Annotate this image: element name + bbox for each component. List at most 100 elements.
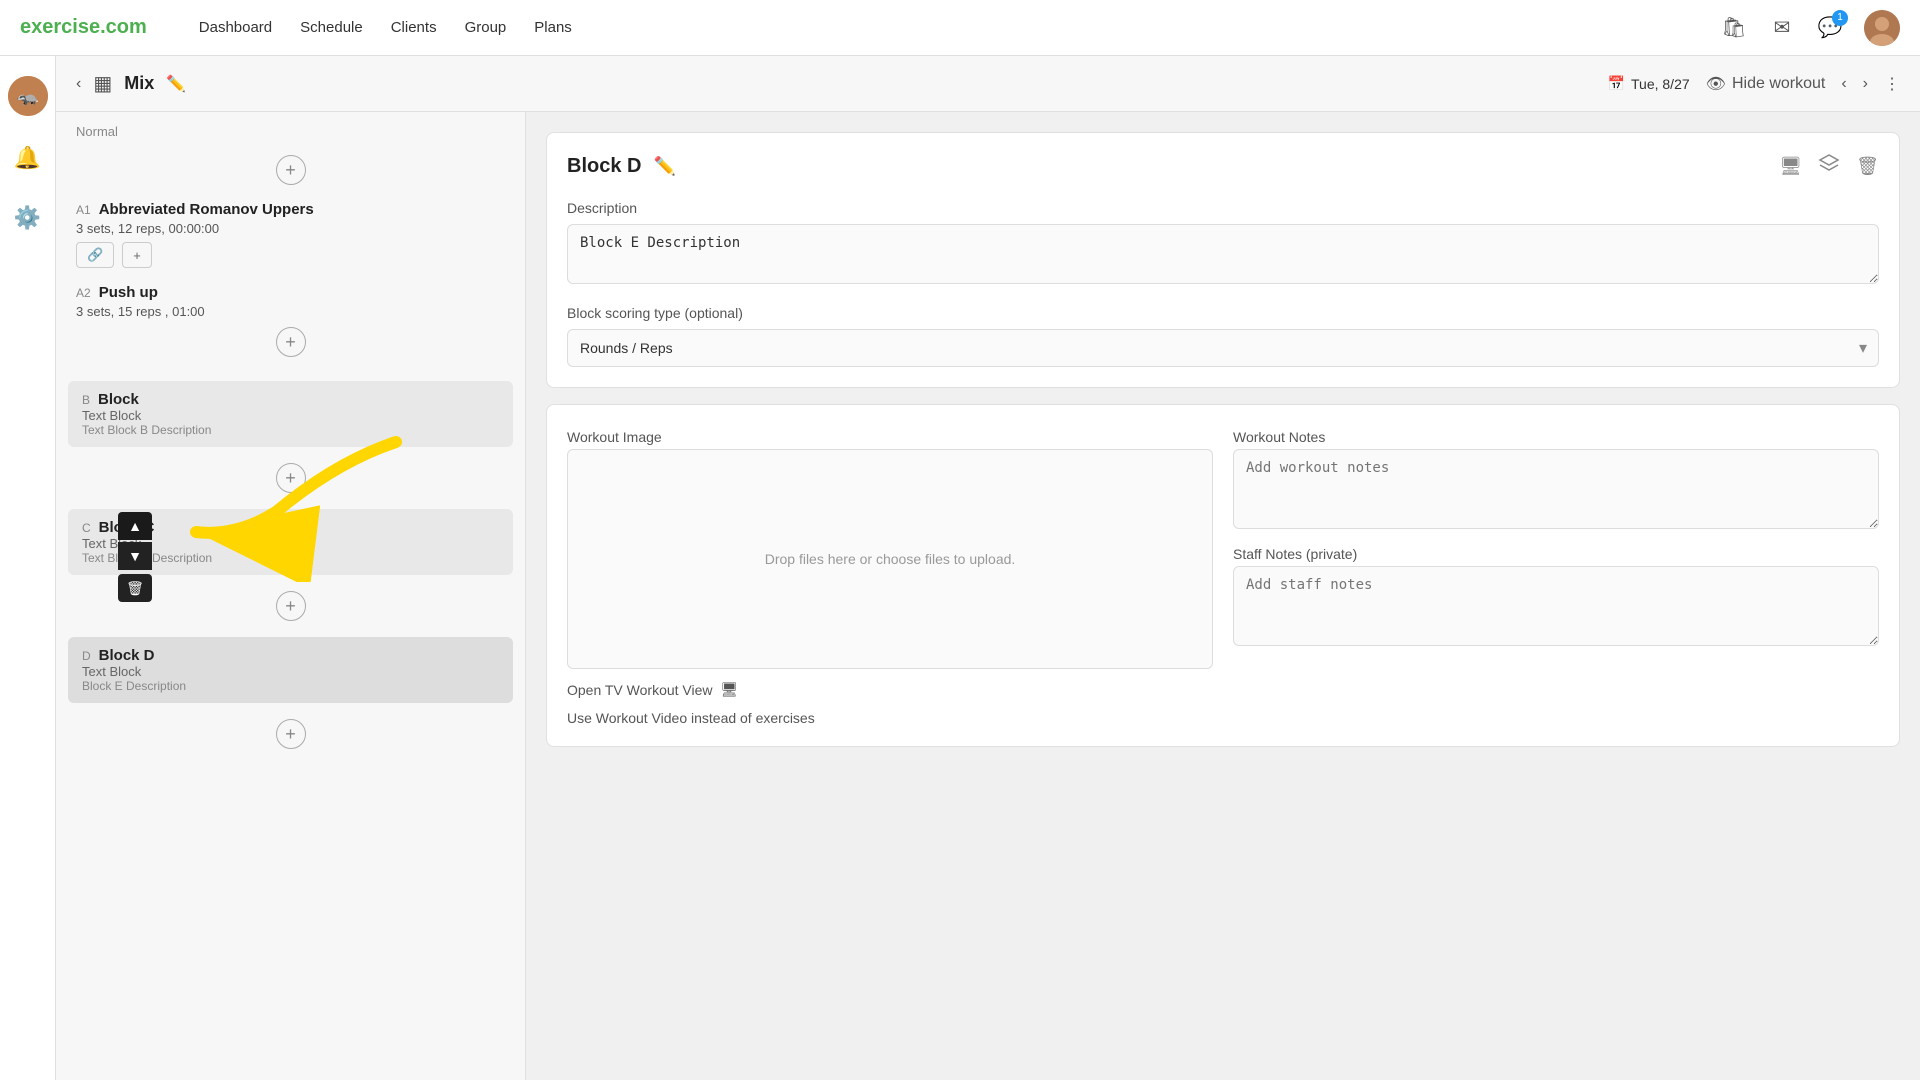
add-after-d-button[interactable]: + — [276, 719, 306, 749]
nav-schedule[interactable]: Schedule — [300, 19, 363, 36]
workout-notes-textarea[interactable] — [1233, 449, 1879, 529]
back-button[interactable]: ‹ — [76, 75, 81, 93]
normal-label: Normal — [56, 112, 525, 147]
delete-card-button[interactable]: 🗑 — [1856, 156, 1879, 177]
settings-icon[interactable]: ⚙️ — [10, 200, 46, 236]
nav-plans[interactable]: Plans — [534, 19, 572, 36]
edit-title-button[interactable]: ✏️ — [166, 74, 186, 94]
nav-dashboard[interactable]: Dashboard — [199, 19, 272, 36]
monitor-icon: 🖥 — [721, 681, 739, 698]
block-b-id: B — [82, 393, 90, 407]
nav-links: Dashboard Schedule Clients Group Plans — [199, 19, 572, 36]
staff-notes-section: Staff Notes (private) — [1233, 546, 1879, 651]
block-d-type: Text Block — [82, 664, 499, 679]
add-after-a2-button[interactable]: + — [276, 327, 306, 357]
exercise-a2-name: Push up — [99, 284, 158, 301]
unlink-button[interactable]: 🔗 — [76, 242, 114, 268]
move-up-button[interactable]: ▲ — [118, 512, 152, 540]
two-col-layout: Workout Image Drop files here or choose … — [567, 429, 1879, 669]
unlink-icon: 🔗 — [87, 247, 103, 263]
hide-icon: 👁 — [1706, 74, 1726, 94]
tv-view-label: Open TV Workout View 🖥 — [567, 681, 1879, 698]
prev-button[interactable]: ‹ — [1841, 75, 1846, 93]
shopping-bag-icon[interactable]: 🛍 — [1720, 14, 1748, 42]
block-card-header: Block D ✏️ 🖥 🗑 — [567, 153, 1879, 180]
video-label: Use Workout Video instead of exercises — [567, 710, 1879, 726]
staff-notes-label: Staff Notes (private) — [1233, 546, 1879, 562]
calendar-view-button[interactable]: ▦ — [93, 71, 112, 96]
sub-header: ‹ ▦ Mix ✏️ 📅 Tue, 8/27 👁 Hide workout ‹ … — [56, 56, 1920, 112]
add-after-b-button[interactable]: + — [276, 463, 306, 493]
block-d[interactable]: D Block D Text Block Block E Description — [68, 637, 513, 703]
tv-label-text: Open TV Workout View — [567, 682, 713, 698]
hide-workout-button[interactable]: 👁 Hide workout — [1706, 74, 1826, 94]
block-d-id: D — [82, 649, 91, 663]
workout-list: Normal + A1 Abbreviated Romanov Uppers 3… — [56, 112, 526, 1080]
chat-badge: 1 — [1832, 10, 1848, 26]
exercise-a2: A2 Push up 3 sets, 15 reps , 01:00 + — [56, 276, 525, 373]
bell-icon[interactable]: 🔔 — [10, 140, 46, 176]
user-avatar[interactable] — [1864, 10, 1900, 46]
page-title: Mix — [124, 73, 154, 94]
more-button[interactable]: ⋮ — [1884, 74, 1900, 94]
svg-text:🦡: 🦡 — [16, 86, 38, 106]
block-b: B Block Text Block Text Block B Descript… — [68, 381, 513, 447]
scoring-select[interactable]: Rounds / Reps Time Distance Weight Calor… — [567, 329, 1879, 367]
add-after-c-button[interactable]: + — [276, 591, 306, 621]
left-sidebar: 🦡 🔔 ⚙️ — [0, 56, 56, 1080]
scoring-label: Block scoring type (optional) — [567, 305, 1879, 321]
image-drop-zone[interactable]: Drop files here or choose files to uploa… — [567, 449, 1213, 669]
block-d-desc: Block E Description — [82, 679, 499, 693]
media-notes-card: Workout Image Drop files here or choose … — [546, 404, 1900, 747]
calendar-icon: 📅 — [1608, 75, 1625, 92]
block-detail-card: Block D ✏️ 🖥 🗑 Description Block E Descr… — [546, 132, 1900, 388]
logo: exercise.com — [20, 16, 147, 39]
video-label-text: Use Workout Video instead of exercises — [567, 710, 815, 726]
tv-icon-button[interactable]: 🖥 — [1779, 156, 1802, 177]
edit-block-button[interactable]: ✏️ — [653, 156, 675, 177]
block-b-desc: Text Block B Description — [82, 423, 499, 437]
video-row: Use Workout Video instead of exercises — [567, 710, 1879, 726]
description-textarea[interactable]: Block E Description — [567, 224, 1879, 284]
next-button[interactable]: › — [1863, 75, 1868, 93]
sub-header-right: 📅 Tue, 8/27 👁 Hide workout ‹ › ⋮ — [1608, 74, 1900, 94]
block-c-id: C — [82, 521, 91, 535]
nav-clients[interactable]: Clients — [391, 19, 437, 36]
staff-notes-textarea[interactable] — [1233, 566, 1879, 646]
add-block-top-button[interactable]: + — [276, 155, 306, 185]
top-nav: exercise.com Dashboard Schedule Clients … — [0, 0, 1920, 56]
block-d-name: Block D — [99, 647, 155, 664]
workout-notes-label: Workout Notes — [1233, 429, 1879, 445]
exercise-a2-sets: 3 sets, 15 reps , 01:00 — [76, 304, 505, 319]
add-exercise-a1-button[interactable]: + — [122, 242, 152, 268]
chat-icon[interactable]: 💬 1 — [1816, 14, 1844, 42]
notes-col: Workout Notes Staff Notes (private) — [1233, 429, 1879, 669]
layers-icon-button[interactable] — [1818, 153, 1840, 180]
move-down-button[interactable]: ▼ — [118, 542, 152, 570]
workout-notes-section: Workout Notes — [1233, 429, 1879, 534]
workout-image-col: Workout Image Drop files here or choose … — [567, 429, 1213, 669]
tv-view-row: Open TV Workout View 🖥 — [567, 681, 1879, 698]
scoring-select-wrapper: Rounds / Reps Time Distance Weight Calor… — [567, 329, 1879, 367]
description-label: Description — [567, 200, 1879, 216]
user-small-avatar[interactable]: 🦡 — [8, 76, 48, 116]
exercise-a1-name: Abbreviated Romanov Uppers — [99, 201, 314, 218]
exercise-a1-sets: 3 sets, 12 reps, 00:00:00 — [76, 221, 505, 236]
nav-right: 🛍 ✉ 💬 1 — [1720, 10, 1900, 46]
exercise-a2-id: A2 — [76, 286, 91, 300]
date-label: 📅 Tue, 8/27 — [1608, 75, 1690, 92]
block-card-title: Block D — [567, 155, 641, 178]
right-panel: Block D ✏️ 🖥 🗑 Description Block E Descr… — [526, 112, 1920, 1080]
block-card-actions: 🖥 🗑 — [1779, 153, 1879, 180]
block-b-type: Text Block — [82, 408, 499, 423]
main-layout: Normal + A1 Abbreviated Romanov Uppers 3… — [56, 112, 1920, 1080]
nav-group[interactable]: Group — [465, 19, 507, 36]
float-actions: ▲ ▼ 🗑 — [118, 512, 152, 602]
mail-icon[interactable]: ✉ — [1768, 14, 1796, 42]
block-b-name: Block — [98, 391, 139, 408]
workout-image-label: Workout Image — [567, 429, 1213, 445]
delete-block-button[interactable]: 🗑 — [118, 574, 152, 602]
exercise-a1-id: A1 — [76, 203, 91, 217]
drop-zone-text: Drop files here or choose files to uploa… — [765, 551, 1016, 567]
exercise-a1: A1 Abbreviated Romanov Uppers 3 sets, 12… — [56, 193, 525, 276]
